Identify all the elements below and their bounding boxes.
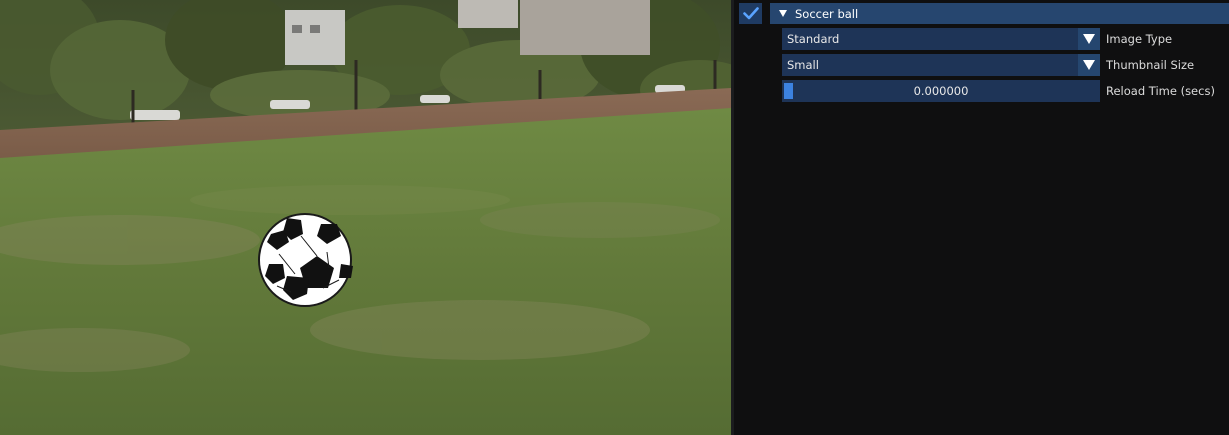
dropdown-arrow-icon <box>1083 34 1095 44</box>
property-row-image-type: Standard Image Type <box>782 28 1229 50</box>
image-type-label: Image Type <box>1106 32 1173 46</box>
reload-time-label: Reload Time (secs) <box>1106 84 1215 98</box>
dropdown-arrow-icon <box>1083 60 1095 70</box>
property-row-thumbnail-size: Small Thumbnail Size <box>782 54 1229 76</box>
soccer-ball <box>258 213 353 307</box>
thumbnail-size-dropdown[interactable]: Small <box>782 54 1100 76</box>
property-row-reload-time: 0.000000 Reload Time (secs) <box>782 80 1229 102</box>
reload-time-slider[interactable]: 0.000000 <box>782 80 1100 102</box>
scene-viewport[interactable] <box>0 0 731 435</box>
thumbnail-size-value: Small <box>787 58 819 72</box>
visibility-checkbox[interactable] <box>739 3 762 24</box>
checkmark-icon <box>742 7 759 20</box>
reload-time-value: 0.000000 <box>913 84 969 98</box>
image-type-value: Standard <box>787 32 840 46</box>
collapse-triangle-icon[interactable] <box>779 10 787 17</box>
thumbnail-size-dropdown-button[interactable] <box>1078 54 1100 76</box>
thumbnail-size-label: Thumbnail Size <box>1106 58 1195 72</box>
image-type-dropdown-button[interactable] <box>1078 28 1100 50</box>
scene-canvas <box>0 0 731 435</box>
grass-field <box>0 108 731 435</box>
property-panel: Soccer ball Standard Image Type Small Th… <box>734 0 1229 435</box>
image-type-dropdown[interactable]: Standard <box>782 28 1100 50</box>
node-header[interactable]: Soccer ball <box>770 3 1229 24</box>
node-title: Soccer ball <box>795 6 859 21</box>
